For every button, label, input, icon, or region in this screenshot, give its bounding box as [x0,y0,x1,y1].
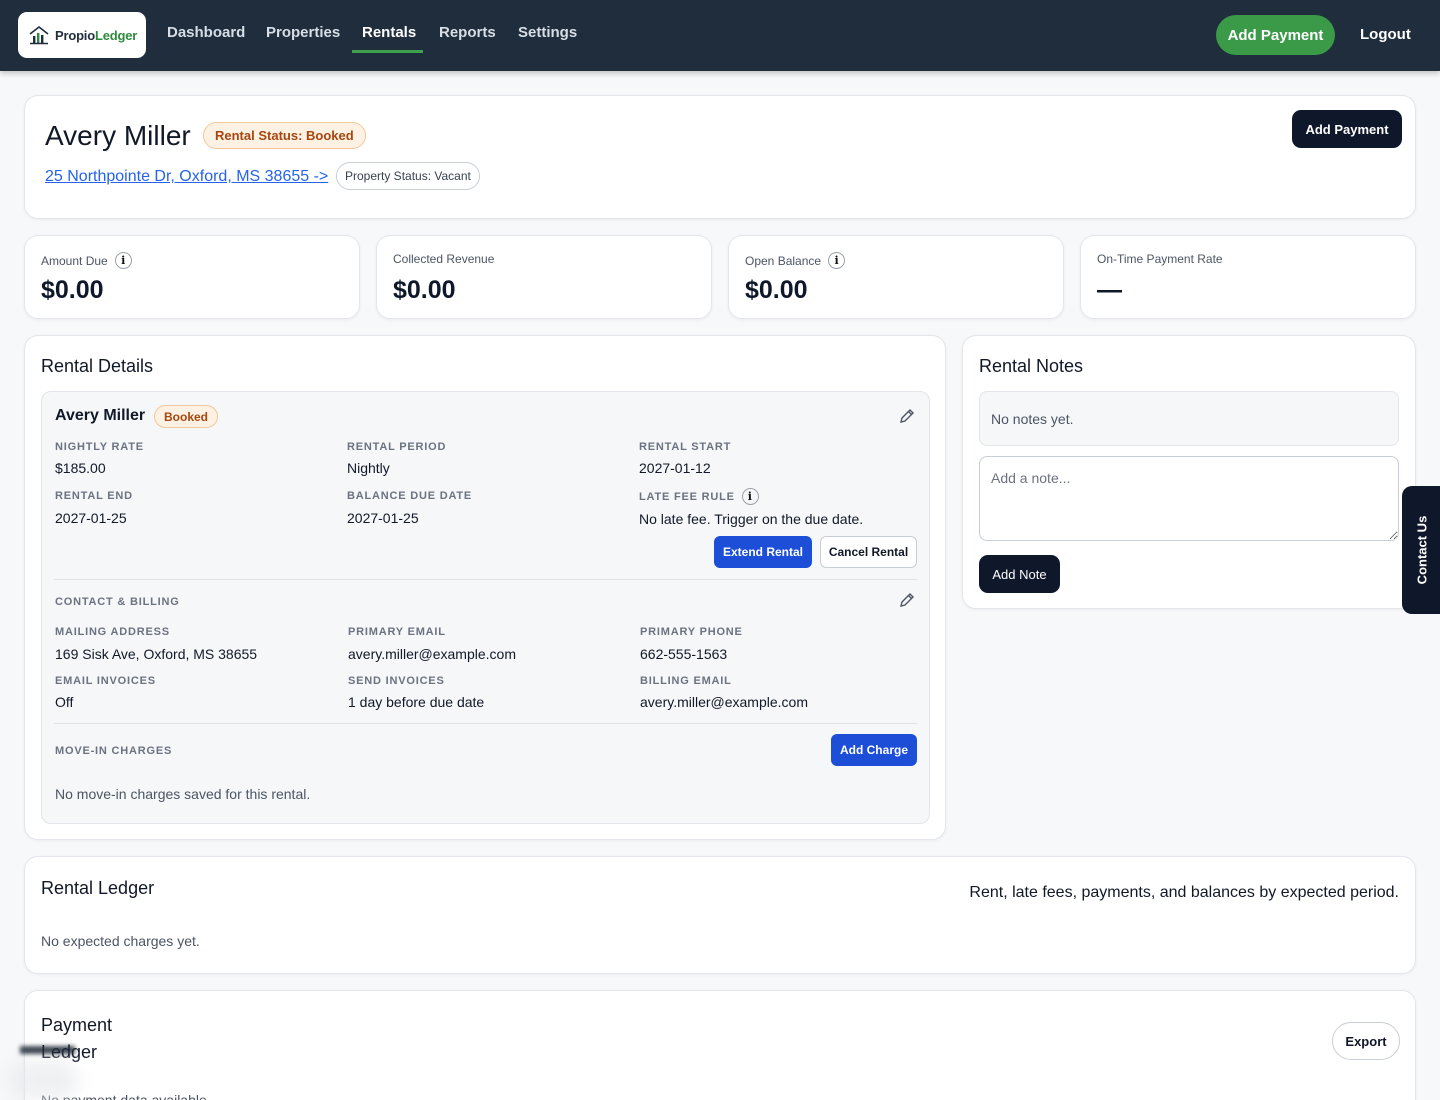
field-label-text: LATE FEE RULE [639,490,735,503]
stat-amount-due: Amount Due i $0.00 [24,235,360,319]
field-label: MAILING ADDRESS [55,626,170,638]
field-label: SEND INVOICES [348,675,445,687]
stat-label: On-Time Payment Rate [1097,252,1223,266]
stat-value: $0.00 [745,276,808,304]
field-value: 2027-01-12 [639,460,711,476]
renter-name: Avery Miller [55,407,146,424]
section-title: Rental Notes [979,356,1084,376]
field-value: avery.miller@example.com [640,694,808,710]
rental-header-card: Avery Miller Rental Status: Booked 25 No… [24,95,1416,219]
nav-reports[interactable]: Reports [439,24,496,41]
stat-label: Amount Due i [41,252,132,269]
field-value: 2027-01-25 [55,510,127,526]
pencil-icon[interactable] [898,407,916,425]
logout-link[interactable]: Logout [1360,26,1411,43]
notes-empty-state: No notes yet. [979,391,1399,446]
brand-name: PropioLedger [55,27,138,43]
add-charge-button[interactable]: Add Charge [831,734,917,766]
stat-label-text: Amount Due [41,253,108,268]
divider [54,579,917,580]
field-label: RENTAL END [55,490,133,502]
add-note-button[interactable]: Add Note [979,555,1060,593]
field-label: LATE FEE RULE i [639,488,759,505]
field-value: No late fee. Trigger on the due date. [639,511,864,527]
stat-value: $0.00 [393,276,456,304]
move-in-charges-heading: MOVE-IN CHARGES [55,745,173,757]
field-value: avery.miller@example.com [348,646,516,662]
brand-logo[interactable]: PropioLedger [18,12,146,58]
rental-details-card: Rental Details Avery Miller Booked NIGHT… [24,335,946,840]
field-label: BILLING EMAIL [640,675,732,687]
nav-add-payment-button[interactable]: Add Payment [1216,15,1335,55]
blurred-overlay [8,1060,78,1100]
field-value: 662-555-1563 [640,646,728,662]
field-label: RENTAL START [639,441,732,453]
nav-settings[interactable]: Settings [518,24,577,41]
nav-rentals[interactable]: Rentals [362,24,416,41]
ledger-empty-text: No expected charges yet. [41,933,200,949]
cancel-rental-button[interactable]: Cancel Rental [820,536,917,568]
move-in-empty-text: No move-in charges saved for this rental… [55,786,311,802]
info-icon[interactable]: i [828,252,846,269]
contact-us-label: Contact Us [1414,515,1430,585]
property-address-link[interactable]: 25 Northpointe Dr, Oxford, MS 38655 -> [45,168,328,186]
field-value: 2027-01-25 [347,510,419,526]
stat-value: $0.00 [41,276,104,304]
house-chart-icon [29,25,49,45]
rental-details-panel: Avery Miller Booked NIGHTLY RATE $185.00… [41,391,930,824]
field-label: NIGHTLY RATE [55,441,144,453]
contact-us-tab[interactable]: Contact Us [1402,486,1440,614]
field-value: 1 day before due date [348,694,485,710]
add-payment-button[interactable]: Add Payment [1292,110,1402,148]
field-label: PRIMARY EMAIL [348,626,446,638]
field-value: $185.00 [55,460,106,476]
export-button[interactable]: Export [1332,1022,1400,1060]
field-value: Nightly [347,460,390,476]
section-title: Rental Ledger [41,878,155,898]
stat-label-text: Open Balance [745,253,822,268]
rental-ledger-card: Rental Ledger Rent, late fees, payments,… [24,856,1416,974]
stat-on-time-rate: On-Time Payment Rate — [1080,235,1416,319]
stat-open-balance: Open Balance i $0.00 [728,235,1064,319]
property-status-badge: Property Status: Vacant [336,162,480,190]
payment-ledger-card: Payment Ledger Export No payment data av… [24,990,1416,1100]
field-label: BALANCE DUE DATE [347,490,473,502]
field-label: RENTAL PERIOD [347,441,447,453]
top-nav: PropioLedger Dashboard Properties Rental… [0,0,1440,71]
section-title: Rental Details [41,356,154,376]
info-icon[interactable]: i [741,488,759,505]
field-label: EMAIL INVOICES [55,675,156,687]
rental-status-badge: Rental Status: Booked [203,122,366,149]
field-label: PRIMARY PHONE [640,626,743,638]
extend-rental-button[interactable]: Extend Rental [714,536,812,568]
divider [54,723,917,724]
field-value: Off [55,694,74,710]
pencil-icon[interactable] [898,591,916,609]
stat-collected-revenue: Collected Revenue $0.00 [376,235,712,319]
rental-notes-card: Rental Notes No notes yet. Add Note [962,335,1416,609]
active-nav-indicator [352,50,423,53]
nav-dashboard[interactable]: Dashboard [167,24,245,41]
stat-label: Open Balance i [745,252,846,269]
ledger-subtitle: Rent, late fees, payments, and balances … [969,884,1399,901]
note-textarea[interactable] [979,456,1399,541]
page-title: Avery Miller [45,120,191,151]
blurred-overlay [20,1046,75,1054]
field-value: 169 Sisk Ave, Oxford, MS 38655 [55,646,258,662]
section-title-line: Payment [41,1015,113,1035]
booked-badge: Booked [154,405,219,428]
info-icon[interactable]: i [114,252,132,269]
contact-billing-heading: CONTACT & BILLING [55,596,180,608]
stat-value: — [1097,276,1122,304]
section-title: Payment Ledger [41,1012,131,1066]
nav-properties[interactable]: Properties [266,24,340,41]
stat-label: Collected Revenue [393,252,495,266]
